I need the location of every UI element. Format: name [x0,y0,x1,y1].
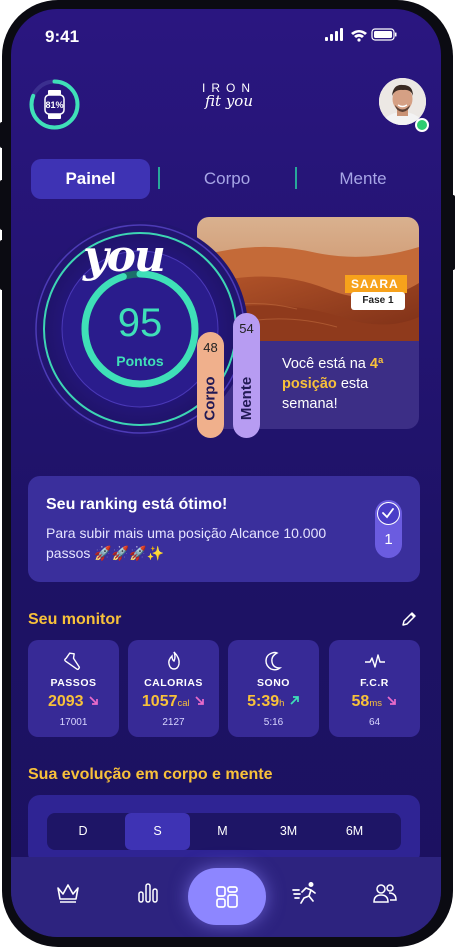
online-status-dot [415,118,429,132]
tab-divider [295,167,297,189]
metric-card-fcr[interactable]: F.C.R 58ms 64 [329,640,420,737]
metric-target: 5:16 [263,717,284,728]
activity-ring-label: 81% [28,78,81,131]
running-icon [292,882,316,904]
status-time: 9:41 [45,27,80,46]
trend-down-icon [88,693,99,710]
phone-power-button [451,195,455,270]
nav-activity[interactable] [286,873,326,913]
metric-value: 5:39 [247,693,280,710]
metric-value-row: 5:39h [228,693,319,711]
metric-target: 17001 [59,717,88,728]
monitor-title: Seu monitor [28,611,122,628]
metric-card-passos[interactable]: PASSOS 2093 17001 [28,640,119,737]
metric-value-row: 58ms [329,693,420,711]
evolution-title: Sua evolução em corpo e mente [28,766,273,783]
metric-unit: h [279,698,285,709]
range-3-months[interactable]: 3M [266,813,311,850]
you-script: you [83,231,166,282]
bar-chart-icon [138,883,158,903]
metric-name: CALORIAS [144,677,203,689]
metric-card-calorias[interactable]: CALORIAS 1057cal 2127 [128,640,219,737]
ranking-toggle[interactable]: 1 [375,500,402,558]
phase-badge: Fase 1 [351,292,405,310]
tab-mente[interactable]: Mente [303,159,423,199]
nav-ranking[interactable] [48,873,88,913]
corpo-label-wrap: Corpo [197,368,224,428]
segment-tabs: Painel Corpo Mente [31,159,421,199]
ranking-title: Seu ranking está ótimo! [46,496,228,513]
range-month[interactable]: M [200,813,245,850]
check-icon [377,502,400,525]
corpo-value: 48 [203,340,218,355]
nav-stats[interactable] [128,873,168,913]
status-bar: 9:41 [11,9,441,61]
metric-unit: cal [177,698,190,709]
moon-icon [265,651,283,671]
crown-icon [57,884,79,903]
metric-value-row: 2093 [28,693,119,711]
score-value: 95 [117,301,163,345]
shoe-icon [64,652,81,671]
metric-unit: ms [369,698,382,709]
score-label: Pontos [116,353,164,369]
metric-target: 64 [368,717,381,728]
phone-side-button [0,122,4,148]
location-tag: SAARA Fase 1 [345,275,419,315]
trend-down-icon [194,693,205,710]
corpo-pill[interactable]: 48 Corpo [197,332,224,438]
tab-painel[interactable]: Painel [31,159,150,199]
metric-name: SONO [257,677,290,689]
nav-community[interactable] [365,873,405,913]
metric-name: PASSOS [50,677,97,689]
metric-value: 1057 [141,693,178,710]
phone-volume-down [0,240,4,290]
mente-label: Mente [238,376,255,420]
corpo-label: Corpo [202,375,220,421]
metric-target: 2127 [162,717,185,728]
hero-section: SAARA Fase 1 Você está na 4ª posição est… [11,209,441,449]
metric-card-sono[interactable]: SONO 5:39h 5:16 [228,640,319,737]
phone-volume-up [0,180,4,230]
range-selector: D S M 3M 6M [47,813,401,850]
mente-label-wrap: Mente [233,368,260,428]
activity-ring-button[interactable]: 81% [28,78,81,131]
mente-value: 54 [239,321,254,336]
users-icon [373,884,397,903]
ranking-card[interactable]: Seu ranking está ótimo! Para subir mais … [28,476,420,582]
heartbeat-icon [365,654,385,668]
range-6-months[interactable]: 6M [332,813,377,850]
flame-icon [168,651,180,670]
dashboard-grid-icon [216,885,238,908]
location-name: SAARA [345,275,407,293]
tab-divider [158,167,160,189]
range-week[interactable]: S [125,813,190,850]
status-icons [325,28,397,42]
pencil-icon[interactable] [401,611,417,627]
mente-pill[interactable]: 54 Mente [233,313,260,438]
metric-value: 58 [351,693,370,710]
metric-value-row: 1057cal [128,693,219,711]
app-logo: IRON fit you [194,81,264,127]
position-word: posição [282,376,337,392]
ranking-toggle-value: 1 [384,531,393,548]
trend-down-icon [386,693,397,710]
app-screen: 9:41 81% IRON fit you Painel Corpo Mente… [11,9,441,937]
metric-value: 2093 [47,693,84,710]
trend-up-icon [289,693,300,710]
position-text: Você está na 4ª posição esta semana! [282,354,417,414]
position-prefix: Você está na [282,356,370,372]
position-rank: 4ª [369,356,384,372]
metric-name: F.C.R [360,677,389,689]
tab-corpo[interactable]: Corpo [165,159,289,199]
ranking-body: Para subir mais uma posição Alcance 10.0… [46,525,327,561]
range-day[interactable]: D [61,813,105,850]
ring-percent-sign: % [55,99,64,110]
nav-dashboard[interactable] [188,868,266,925]
ring-percent: 81 [45,99,56,110]
